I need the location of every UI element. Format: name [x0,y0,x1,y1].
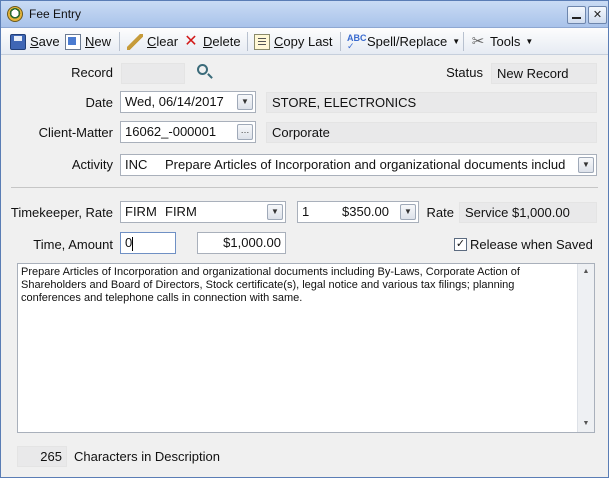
description-text: Prepare Articles of Incorporation and or… [21,266,520,304]
amount-input[interactable]: $1,000.00 [197,232,286,254]
clear-label: Clear [147,34,179,49]
activity-code: INC [125,157,148,172]
divider [11,187,598,188]
minimize-button[interactable] [567,6,586,24]
chevron-down-icon[interactable]: ▼ [578,157,594,173]
time-amount-label: Time, Amount [33,237,113,252]
toolbar-separator [340,32,341,51]
new-button[interactable]: New [65,32,111,51]
client-matter-label: Client-Matter [38,125,113,140]
delete-x-icon: ✕ [184,32,198,50]
date-picker[interactable]: Wed, 06/14/2017 ▼ [120,91,256,113]
ellipsis-lookup-icon[interactable]: … [237,124,253,140]
chevron-down-icon[interactable]: ▼ [400,204,416,220]
delete-button[interactable]: ✕ Delete [183,32,241,51]
release-when-saved-label: Release when Saved [470,237,593,252]
rate-dropdown[interactable]: 1 $350.00 ▼ [297,201,419,223]
tools-label: Tools [490,34,521,49]
tools-wrench-icon: ✂ [471,32,485,50]
tools-menu-button[interactable]: ✂ Tools ▼ [470,32,534,51]
save-label: Save [30,34,60,49]
description-scrollbar[interactable]: ▲ ▼ [577,264,594,432]
spell-check-icon: ABC ✓ [347,32,367,51]
status-field: New Record [491,63,597,84]
time-input[interactable]: 0 [120,232,176,254]
clear-button[interactable]: Clear [127,32,178,51]
copy-document-icon [254,33,270,50]
rate-type-field: Service $1,000.00 [459,202,597,223]
checkmark-icon: ✓ [455,238,466,250]
broom-icon [127,33,143,50]
toolbar-separator [463,32,464,51]
toolbar-separator [119,32,120,51]
close-icon: ✕ [592,9,603,21]
rate-level: 1 [302,204,310,219]
fee-entry-window: Fee Entry ✕ Save New Clear ✕ Delete Copy… [0,0,609,478]
character-count-field: 265 [17,446,67,467]
dropdown-caret-icon: ▼ [525,37,534,46]
scroll-down-arrow-icon[interactable]: ▼ [578,416,594,432]
delete-label: Delete [203,34,241,49]
status-label: Status [446,65,483,80]
timekeeper-code: FIRM [125,204,157,219]
rate-label: Rate [426,205,454,220]
toolbar-separator [247,32,248,51]
date-label: Date [85,95,113,110]
chevron-down-icon[interactable]: ▼ [267,204,283,220]
client-name-field: STORE, ELECTRONICS [266,92,597,113]
spell-replace-label: Spell/Replace [367,34,448,49]
character-count-label: Characters in Description [74,449,220,464]
save-button[interactable]: Save [10,32,60,51]
date-value: Wed, 06/14/2017 [125,94,224,109]
copy-last-label: Copy Last [274,34,333,49]
scroll-up-arrow-icon[interactable]: ▲ [578,264,594,280]
timekeeper-dropdown[interactable]: FIRM FIRM ▼ [120,201,286,223]
amount-value: $1,000.00 [223,235,281,250]
save-disk-icon [10,33,26,50]
close-button[interactable]: ✕ [588,6,607,24]
spell-replace-menu-button[interactable]: ABC ✓ Spell/Replace ▼ [347,32,460,51]
dropdown-caret-icon: ▼ [452,37,461,46]
chevron-down-icon[interactable]: ▼ [237,94,253,110]
new-label: New [85,34,112,49]
timekeeper-name: FIRM [165,204,197,219]
time-value: 0 [125,235,133,250]
release-when-saved-checkbox[interactable]: ✓ [454,238,467,251]
activity-label: Activity [71,157,113,172]
client-matter-value: 16062_-000001 [125,124,217,139]
timekeeper-rate-label: Timekeeper, Rate [10,205,113,220]
text-cursor [132,236,134,251]
new-document-icon [65,33,81,50]
clock-app-icon [7,6,23,22]
description-textarea[interactable]: Prepare Articles of Incorporation and or… [17,263,595,433]
copy-last-button[interactable]: Copy Last [254,32,333,51]
minimize-icon [572,17,581,19]
activity-dropdown[interactable]: INC Prepare Articles of Incorporation an… [120,154,597,176]
record-label: Record [71,65,113,80]
record-field [121,63,185,84]
title-bar: Fee Entry ✕ [1,1,608,28]
matter-name-field: Corporate [266,122,597,143]
rate-amount: $350.00 [342,204,389,219]
client-matter-input[interactable]: 16062_-000001 … [120,121,256,143]
toolbar: Save New Clear ✕ Delete Copy Last ABC ✓ S… [1,28,608,55]
window-title: Fee Entry [29,7,82,21]
record-lookup-icon[interactable] [197,64,208,75]
activity-description: Prepare Articles of Incorporation and or… [165,157,566,172]
